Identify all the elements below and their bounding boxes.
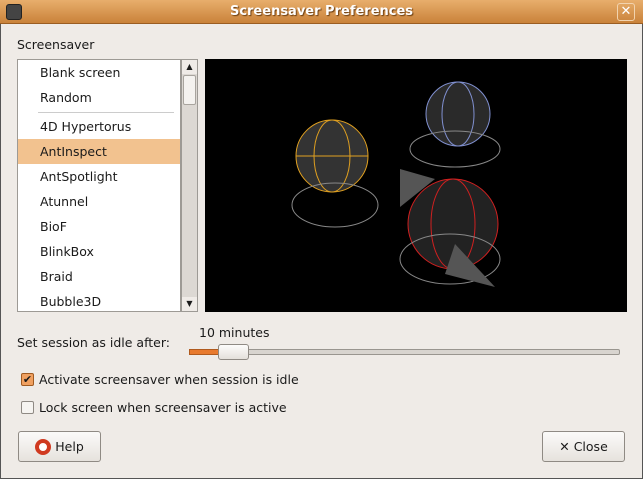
list-scrollbar[interactable]: ▲ ▼ bbox=[181, 59, 198, 312]
idle-slider-handle[interactable] bbox=[218, 344, 249, 360]
close-button-label: Close bbox=[573, 439, 608, 454]
screensaver-label: Screensaver bbox=[17, 37, 95, 52]
list-item[interactable]: BioF bbox=[18, 214, 180, 239]
screensaver-list[interactable]: Blank screen Random 4D Hypertorus AntIns… bbox=[17, 59, 181, 312]
lock-checkbox-label[interactable]: Lock screen when screensaver is active bbox=[39, 400, 287, 415]
scroll-down-arrow-icon[interactable]: ▼ bbox=[182, 297, 197, 311]
scroll-up-arrow-icon[interactable]: ▲ bbox=[182, 60, 197, 74]
list-item[interactable]: Atunnel bbox=[18, 189, 180, 214]
list-item[interactable]: 4D Hypertorus bbox=[18, 114, 180, 139]
window-title: Screensaver Preferences bbox=[229, 4, 414, 19]
title-bar: Screensaver Preferences ✕ bbox=[0, 0, 643, 24]
list-item[interactable]: Blank screen bbox=[18, 60, 180, 85]
list-item[interactable]: Bubble3D bbox=[18, 289, 180, 311]
preview-graphic bbox=[291, 81, 501, 287]
idle-value: 10 minutes bbox=[199, 325, 270, 340]
help-button-label: Help bbox=[55, 439, 84, 454]
activate-checkbox-label[interactable]: Activate screensaver when session is idl… bbox=[39, 372, 299, 387]
idle-label: Set session as idle after: bbox=[17, 335, 170, 350]
list-item[interactable]: Braid bbox=[18, 264, 180, 289]
activate-checkbox-row[interactable]: ✔ Activate screensaver when session is i… bbox=[21, 372, 299, 387]
close-x-icon: ✕ bbox=[559, 439, 570, 454]
idle-slider-track[interactable] bbox=[189, 349, 620, 355]
list-item[interactable]: AntSpotlight bbox=[18, 164, 180, 189]
list-item[interactable]: Random bbox=[18, 85, 180, 110]
screensaver-preview bbox=[205, 59, 627, 312]
window-close-button[interactable]: ✕ bbox=[617, 3, 635, 21]
help-lifebuoy-icon bbox=[35, 438, 52, 455]
activate-checkbox[interactable]: ✔ bbox=[21, 373, 34, 386]
scrollbar-thumb[interactable] bbox=[183, 75, 196, 105]
list-item-selected[interactable]: AntInspect bbox=[18, 139, 180, 164]
lock-checkbox[interactable] bbox=[21, 401, 34, 414]
help-button[interactable]: Help bbox=[18, 431, 101, 462]
list-item[interactable]: BlinkBox bbox=[18, 239, 180, 264]
close-button[interactable]: ✕ Close bbox=[542, 431, 625, 462]
lock-checkbox-row[interactable]: Lock screen when screensaver is active bbox=[21, 400, 287, 415]
